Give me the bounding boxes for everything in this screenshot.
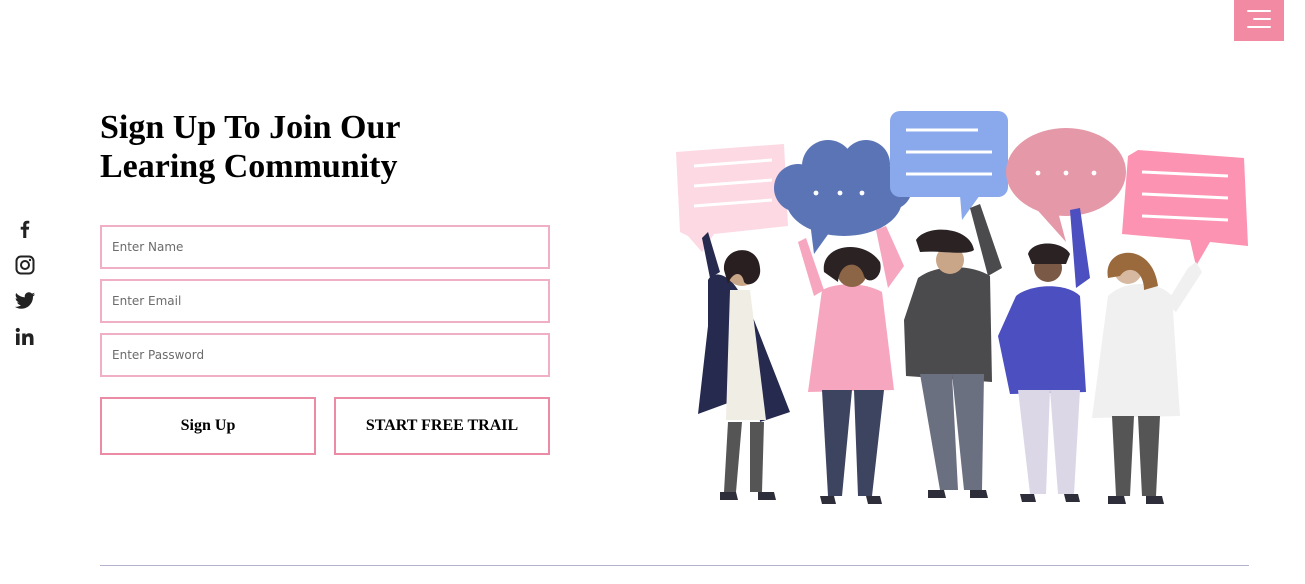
facebook-link[interactable] (14, 218, 36, 240)
person-blue-sweater (998, 208, 1090, 502)
speech-bubble-pink (1122, 150, 1248, 266)
name-input[interactable] (100, 225, 550, 269)
twitter-link[interactable] (14, 290, 36, 312)
instagram-icon (15, 255, 35, 275)
section-divider (100, 565, 1249, 566)
social-links (14, 218, 38, 362)
title-line-2: Learing Community (100, 148, 398, 185)
email-input[interactable] (100, 279, 550, 323)
linkedin-icon (15, 327, 34, 345)
person-navy-coat (698, 232, 790, 500)
sign-up-button[interactable]: Sign Up (100, 397, 316, 455)
start-free-trial-button[interactable]: START FREE TRAIL (334, 397, 550, 455)
facebook-icon (20, 220, 30, 238)
community-illustration (676, 111, 1248, 504)
person-white-dress (1092, 252, 1202, 504)
title-line-1: Sign Up To Join Our (100, 109, 401, 146)
page-title: Sign Up To Join Our Learing Community (100, 108, 520, 186)
speech-bubble-rose (1006, 128, 1126, 242)
person-charcoal-shirt (904, 204, 1002, 498)
speech-bubble-periwinkle (890, 111, 1008, 220)
linkedin-link[interactable] (14, 326, 36, 348)
speech-bubble-light-pink (676, 144, 788, 252)
password-input[interactable] (100, 333, 550, 377)
twitter-icon (14, 292, 36, 309)
menu-button[interactable] (1234, 0, 1284, 41)
person-pink-top (798, 226, 904, 504)
instagram-link[interactable] (14, 254, 36, 276)
hamburger-menu-icon (1247, 10, 1271, 12)
